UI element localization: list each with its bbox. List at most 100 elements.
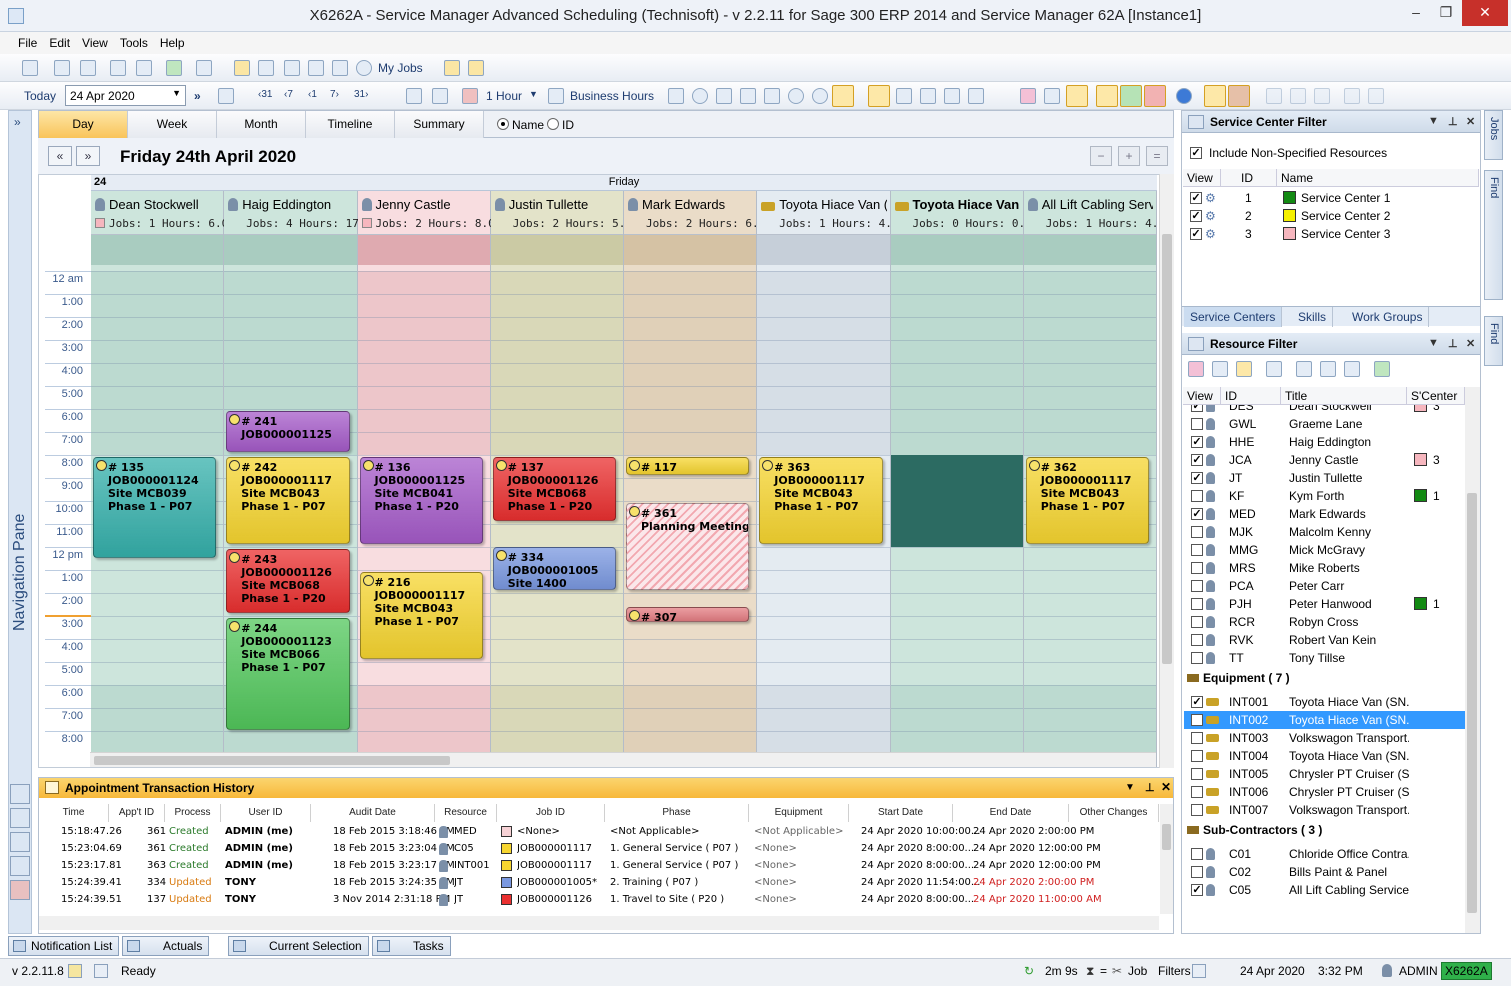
tab-notification-list[interactable]: Notification List [8,936,120,956]
history-hscrollbar[interactable] [39,916,1159,930]
equipment-row[interactable]: INT006 Chrysler PT Cruiser (S... [1184,783,1465,801]
zoom-out-icon[interactable] [812,88,828,104]
appointment[interactable]: # 117 [626,457,750,475]
my-jobs-icon[interactable] [356,60,372,76]
view-tree-icon[interactable] [968,88,984,104]
view-checkbox[interactable] [1191,768,1203,780]
view-checkbox[interactable] [1191,436,1203,448]
minimize-button[interactable]: – [1402,0,1430,26]
equipment-row[interactable]: INT005 Chrysler PT Cruiser (S... [1184,765,1465,783]
rf-van-icon[interactable] [1320,361,1336,377]
calendar-grid[interactable]: 24 Friday 12 am 1:00 2:00 3:00 4:00 5:00 6:00 7… [38,174,1174,768]
view-checkbox[interactable] [1191,714,1203,726]
side-tab-find[interactable]: Find [1484,316,1503,366]
rf-grid-a-icon[interactable] [1188,361,1204,377]
menu-help[interactable]: Help [154,32,191,50]
date-picker[interactable]: 24 Apr 2020 ▼ [65,85,186,106]
employee-row[interactable]: PJH Peter Hanwood 1 [1184,595,1465,613]
resource-header[interactable]: Toyota Hiace Van Jobs: 0 Hours: 0.00 [890,191,1038,235]
view-checkbox[interactable] [1191,472,1203,484]
employee-row[interactable]: RVK Robert Van Kein [1184,631,1465,649]
view-7day-icon[interactable] [920,88,936,104]
appointment[interactable]: # 135 JOB000001124 Site MCB039 Phase 1 - P0… [93,457,217,558]
employee-row[interactable]: JCA Jenny Castle 3 [1184,451,1465,469]
history-column-header[interactable]: Audit Date [311,804,435,822]
settings-icon[interactable] [716,88,732,104]
rf-grid-c-icon[interactable] [1236,361,1252,377]
appointment[interactable]: # 243 JOB000001126 Site MCB068 Phase 1 - P2… [226,549,350,613]
tab-skills[interactable]: Skills [1292,307,1334,327]
view-checkbox[interactable] [1191,616,1203,628]
pin-icon[interactable]: ⊥ [1448,115,1458,128]
play-icon[interactable] [1176,88,1192,104]
group-header[interactable]: Equipment ( 7 ) [1187,671,1290,685]
status-job[interactable]: Job [1128,964,1147,978]
clock-green-icon[interactable] [1120,85,1142,107]
service-center-row[interactable]: ⚙ 1 Service Center 1 [1183,189,1465,207]
expand-nav-icon[interactable]: » [14,115,21,129]
maximize-button[interactable]: ❐ [1432,0,1460,26]
rf-header-scenter[interactable]: S'Center [1407,387,1465,405]
group-header[interactable]: Sub-Contractors ( 3 ) [1187,823,1322,837]
resource-header[interactable]: Mark Edwards Jobs: 2 Hours: 6.00 [624,191,772,235]
view-checkbox[interactable] [1191,884,1203,896]
view-checkbox[interactable] [1191,866,1203,878]
appointment[interactable]: # 136 JOB000001125 Site MCB041 Phase 1 - P2… [359,457,483,544]
layout-icon[interactable] [258,60,274,76]
copy-icon[interactable] [110,60,126,76]
tools-icon-2[interactable] [668,88,684,104]
prev-day-button[interactable]: « [48,146,72,166]
sign-rail-icon[interactable] [10,880,30,900]
employee-row[interactable]: RCR Robyn Cross [1184,613,1465,631]
equipment-row[interactable]: INT007 Volkswagon Transport... [1184,801,1465,819]
history-column-header[interactable]: Job ID [497,804,605,822]
refresh-icon[interactable] [166,60,182,76]
tab-service-centers[interactable]: Service Centers [1184,307,1283,327]
grid-b-icon[interactable] [1044,88,1060,104]
sc-header-id[interactable]: ID [1221,169,1277,187]
close-icon[interactable]: ✕ [1466,115,1475,128]
dropdown-icon[interactable]: ▼ [1428,337,1439,349]
appointment[interactable]: # 361 Planning Meeting [626,503,750,590]
today-button[interactable]: Today [24,89,56,103]
history-column-header[interactable]: User ID [221,804,311,822]
resource-scroll-thumb[interactable] [1467,493,1477,913]
appointment[interactable]: # 362 JOB000001117 Site MCB043 Phase 1 - P0… [1025,457,1149,544]
options-icon[interactable] [308,60,324,76]
tab-timeline[interactable]: Timeline [306,111,395,138]
next-day-button[interactable]: » [76,146,100,166]
vertical-scroll-thumb[interactable] [1162,234,1172,664]
appointment[interactable]: # 334 JOB000001005 Site 1400 [492,546,616,590]
history-column-header[interactable]: Equipment [749,804,849,822]
view-checkbox[interactable] [1191,454,1203,466]
resource-scrollbar[interactable] [1465,387,1480,933]
repeat-icon[interactable] [406,88,422,104]
view-checkbox[interactable] [1191,634,1203,646]
sort-name-radio[interactable] [497,118,509,130]
pin-icon[interactable]: ⊥ [1145,781,1155,794]
menu-view[interactable]: View [76,32,114,50]
subcontractor-row[interactable]: C02 Bills Paint & Panel [1184,863,1465,881]
rf-header-title[interactable]: Title [1281,387,1407,405]
rf-check-icon[interactable] [1374,361,1390,377]
tab-day[interactable]: Day [39,111,128,138]
close-icon[interactable]: ✕ [1161,780,1171,794]
resource-list[interactable]: DES Dean Stockwell 3 GWL Graeme Lane HHE Haig … [1183,405,1465,933]
side-tab-jobs[interactable]: Jobs [1484,110,1503,160]
appointment[interactable]: # 244 JOB000001123 Site MCB066 Phase 1 - P0… [226,618,350,730]
menu-tools[interactable]: Tools [114,32,154,50]
tab-week[interactable]: Week [128,111,217,138]
sc-header-view[interactable]: View [1183,169,1221,187]
rf-person-icon[interactable] [1296,361,1312,377]
view-checkbox[interactable] [1191,848,1203,860]
equipment-row[interactable]: INT004 Toyota Hiace Van (SN... [1184,747,1465,765]
resource-header[interactable]: Dean Stockwell Jobs: 1 Hours: 6.00 [91,191,235,235]
history-column-header[interactable]: Other Changes [1069,804,1159,822]
layout-a-icon[interactable] [740,88,756,104]
subcontractor-row[interactable]: C05 All Lift Cabling Services [1184,881,1465,899]
print-icon[interactable] [196,60,212,76]
zoom-in-icon[interactable] [788,88,804,104]
back-1-button[interactable]: ‹1 [308,89,317,100]
history-row[interactable]: 15:23:04.69 361 Created ADMIN (me) 18 Feb 20… [39,841,1159,858]
employee-row[interactable]: MED Mark Edwards [1184,505,1465,523]
